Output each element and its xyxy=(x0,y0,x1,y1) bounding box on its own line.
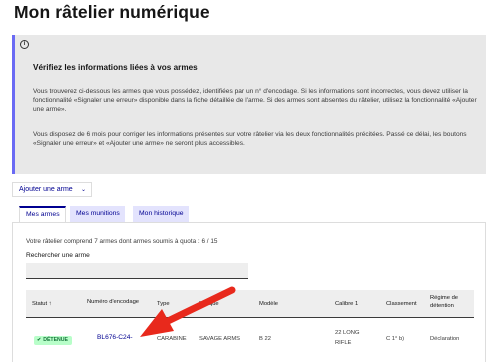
cell-calibre-line1: 22 LONG xyxy=(335,330,360,336)
cell-calibre: 22 LONG RIFLE xyxy=(335,329,360,348)
notice-paragraph-2: Vous disposez de 6 mois pour corriger le… xyxy=(33,131,467,148)
cell-calibre-line2: RIFLE xyxy=(335,339,352,346)
search-label: Rechercher une arme xyxy=(26,252,90,259)
column-statut[interactable]: Statut ↑ xyxy=(32,300,52,308)
weapon-code-link[interactable]: BL676-C24- xyxy=(97,334,133,341)
check-icon: ✔ xyxy=(37,337,42,343)
column-regime-line2: détention xyxy=(430,303,454,309)
table-header: Statut ↑ Numéro d'encodage Type Marque M… xyxy=(26,290,474,318)
cell-marque: SAVAGE ARMS xyxy=(199,336,241,342)
search-input[interactable] xyxy=(26,263,248,279)
column-regime: Régime de détention xyxy=(430,294,458,310)
column-modele: Modèle xyxy=(259,301,279,307)
cell-regime: Déclaration xyxy=(430,336,460,342)
tab-mes-munitions[interactable]: Mes munitions xyxy=(70,206,125,222)
quota-summary: Votre râtelier comprend 7 armes dont arm… xyxy=(26,238,218,245)
status-badge: ✔ DÉTENUE xyxy=(34,336,72,345)
add-weapon-dropdown[interactable]: Ajouter une arme ⌄ xyxy=(12,182,92,197)
tab-mon-historique[interactable]: Mon historique xyxy=(133,206,189,222)
column-calibre: Calibre 1 xyxy=(335,301,359,307)
column-classement: Classement xyxy=(386,301,417,307)
cell-type: CARABINE xyxy=(157,336,187,342)
info-icon: i xyxy=(20,40,29,49)
cell-classement: C 1° b) xyxy=(386,336,405,342)
notice-heading: Vérifiez les informations liées à vos ar… xyxy=(33,63,198,72)
add-weapon-label: Ajouter une arme xyxy=(19,186,73,193)
tab-mes-armes[interactable]: Mes armes xyxy=(19,206,66,223)
notice-paragraph-1: Vous trouverez ci-dessous les armes que … xyxy=(33,88,477,114)
table-row: ✔ DÉTENUE BL676-C24- CARABINE SAVAGE ARMS… xyxy=(26,318,474,362)
column-numero-encodage: Numéro d'encodage xyxy=(87,299,140,305)
info-notice: i Vérifiez les informations liées à vos … xyxy=(12,35,486,174)
status-badge-label: DÉTENUE xyxy=(43,337,68,343)
cell-modele: B 22 xyxy=(259,336,271,342)
column-type: Type xyxy=(157,301,170,307)
page-title: Mon râtelier numérique xyxy=(14,2,210,22)
column-regime-line1: Régime de xyxy=(430,295,459,301)
chevron-down-icon: ⌄ xyxy=(80,187,86,193)
column-marque: Marque xyxy=(199,301,219,307)
